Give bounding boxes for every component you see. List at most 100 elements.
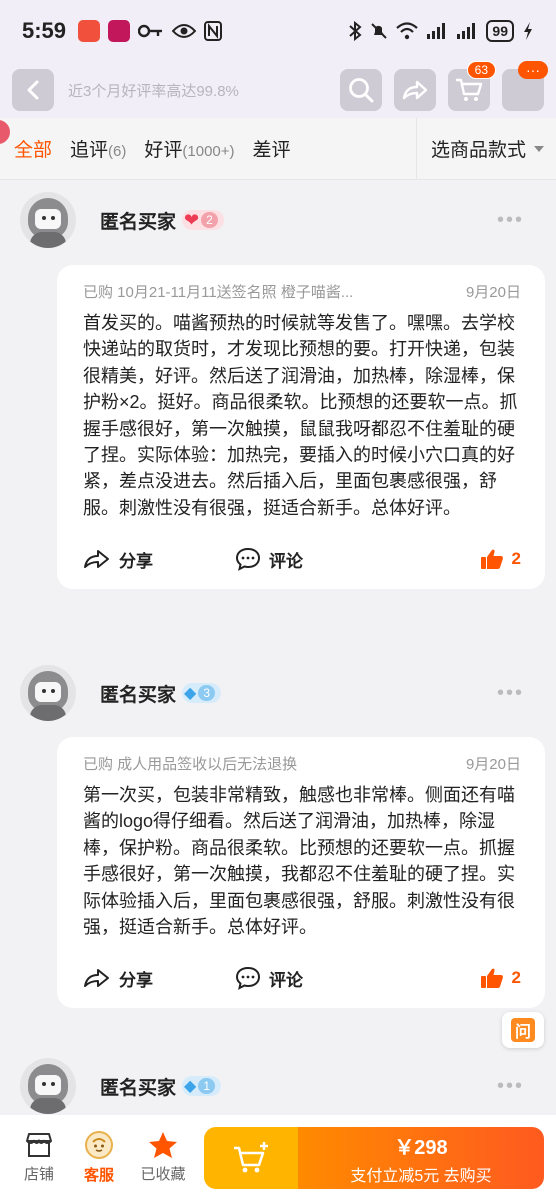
search-icon	[349, 78, 374, 103]
more-badge: ···	[518, 61, 548, 79]
reviewer-name: 匿名买家	[100, 1077, 177, 1099]
tab-follow-up-label: 追评	[70, 140, 109, 161]
review-list: 匿名买家 ❤ 2 ••• 已购 10月21-11月11送签名照 橙子喵酱... …	[0, 180, 556, 1115]
more-options-icon[interactable]: •••	[497, 209, 524, 232]
bluetooth-icon	[349, 21, 362, 41]
more-options-icon[interactable]: •••	[497, 682, 524, 705]
tab-positive-label: 好评	[144, 140, 183, 161]
tab-positive-count: (1000+)	[182, 143, 235, 160]
mute-icon	[371, 23, 388, 39]
cart-count-badge: 63	[466, 61, 496, 79]
tab-follow-up-count: (6)	[108, 143, 127, 160]
review-text: 第一次买，包装非常精致，触感也非常棒。侧面还有喵酱的logo得仔细看。然后送了润…	[83, 785, 515, 938]
app-notification-icon	[108, 20, 131, 42]
star-icon	[149, 1132, 177, 1158]
comment-icon	[235, 548, 261, 572]
charging-icon	[524, 22, 532, 40]
tab-positive[interactable]: 好评(1000+)	[144, 135, 234, 162]
customer-service-icon	[85, 1131, 113, 1159]
favorited-label: 已收藏	[140, 1166, 186, 1183]
add-to-cart-button[interactable]	[204, 1127, 298, 1189]
review-text: 首发买的。喵酱预热的时候就等发售了。嘿嘿。去学校快递站的取货时，才发现比预想的要…	[83, 313, 518, 518]
signal-icon	[427, 23, 446, 39]
comment-label: 评论	[269, 970, 303, 990]
review-actions: 分享 评论 2	[83, 529, 521, 589]
caret-down-icon	[534, 145, 544, 152]
member-level: 1	[198, 1078, 216, 1094]
comment-label: 评论	[269, 551, 303, 571]
shop-button[interactable]: 店铺	[12, 1131, 66, 1184]
avatar[interactable]	[20, 1058, 76, 1114]
signal-icon	[457, 23, 476, 39]
search-button[interactable]	[340, 69, 382, 111]
review-filter-tabs: 全部 追评(6) 好评(1000+) 差评 选商品款式	[0, 117, 556, 180]
customer-service-button[interactable]: 客服	[72, 1130, 126, 1185]
ask-question-button[interactable]: 问	[502, 1012, 544, 1048]
more-options-icon[interactable]: •••	[497, 1075, 524, 1098]
share-button[interactable]	[394, 69, 436, 111]
review-meta: 已购 10月21-11月11送签名照 橙子喵酱... 9月20日	[83, 281, 521, 302]
cart-icon	[456, 78, 483, 101]
share-arrow-icon	[84, 550, 109, 569]
more-button[interactable]: ···	[502, 61, 548, 111]
tab-all[interactable]: 全部	[14, 135, 52, 162]
member-level-badge: ❤ 2	[182, 210, 224, 230]
ask-label: 问	[510, 1018, 535, 1042]
nfc-icon	[204, 21, 223, 41]
review-date: 9月20日	[465, 756, 521, 773]
share-label: 分享	[119, 551, 153, 571]
eye-icon	[172, 24, 197, 38]
product-style-select[interactable]: 选商品款式	[415, 117, 556, 180]
share-button[interactable]: 分享	[83, 547, 153, 572]
key-icon	[138, 24, 163, 38]
buy-now-button[interactable]: ￥298 支付立减5元 去购买	[298, 1127, 544, 1189]
share-arrow-icon	[402, 80, 428, 100]
review-actions: 分享 评论 2	[83, 948, 521, 1008]
review-meta: 已购 成人用品签收以后无法退换 9月20日	[83, 753, 521, 774]
reviewer-header: 匿名买家 ❤ 2 •••	[0, 180, 556, 260]
buy-action-group: ￥298 支付立减5元 去购买	[204, 1127, 544, 1189]
comment-icon	[235, 967, 261, 991]
favorite-button[interactable]: 已收藏	[136, 1131, 190, 1184]
shop-label: 店铺	[23, 1166, 54, 1183]
thumbs-up-icon	[480, 969, 503, 989]
reviewer-name: 匿名买家	[100, 684, 177, 706]
tab-all-label: 全部	[14, 140, 53, 161]
status-time: 5:59	[22, 18, 67, 43]
chevron-left-icon	[27, 80, 39, 100]
review-card: 已购 10月21-11月11送签名照 橙子喵酱... 9月20日 首发买的。喵酱…	[57, 265, 545, 590]
tab-negative[interactable]: 差评	[253, 135, 291, 162]
member-level: 3	[198, 685, 216, 701]
reviewer-name: 匿名买家	[100, 211, 177, 233]
notification-icons	[78, 20, 223, 42]
share-arrow-icon	[84, 969, 109, 988]
app-notification-icon	[78, 20, 101, 42]
diamond-icon: ◆	[184, 685, 197, 702]
avatar[interactable]	[20, 665, 76, 721]
like-count: 2	[511, 968, 521, 988]
tab-negative-label: 差评	[252, 140, 291, 161]
comment-button[interactable]: 评论	[235, 966, 303, 991]
like-button[interactable]: 2	[480, 967, 521, 989]
like-button[interactable]: 2	[480, 548, 521, 570]
review-date: 9月20日	[465, 284, 521, 301]
rating-banner: 近3个月好评率高达99.8%	[68, 82, 239, 100]
comment-button[interactable]: 评论	[235, 547, 303, 572]
shop-icon	[26, 1133, 52, 1157]
member-level-badge: ◆ 3	[182, 683, 222, 703]
member-level: 2	[201, 212, 218, 228]
member-level-badge: ◆ 1	[182, 1076, 222, 1096]
purchased-sku: 已购 成人用品签收以后无法退换	[83, 756, 298, 773]
diamond-icon: ◆	[184, 1078, 197, 1095]
status-bar: 5:59 99	[0, 0, 556, 62]
reviewer-header: 匿名买家 ◆ 1 •••	[0, 1046, 556, 1115]
avatar[interactable]	[20, 192, 76, 248]
share-button[interactable]: 分享	[83, 966, 153, 991]
cart-button[interactable]: 63	[448, 61, 496, 111]
top-navigation: 近3个月好评率高达99.8% 63 ···	[0, 61, 556, 118]
like-count: 2	[511, 549, 521, 569]
service-label: 客服	[83, 1167, 114, 1184]
back-button[interactable]	[12, 69, 54, 111]
purchased-sku: 已购 10月21-11月11送签名照 橙子喵酱...	[83, 284, 354, 301]
tab-follow-up[interactable]: 追评(6)	[70, 135, 126, 162]
